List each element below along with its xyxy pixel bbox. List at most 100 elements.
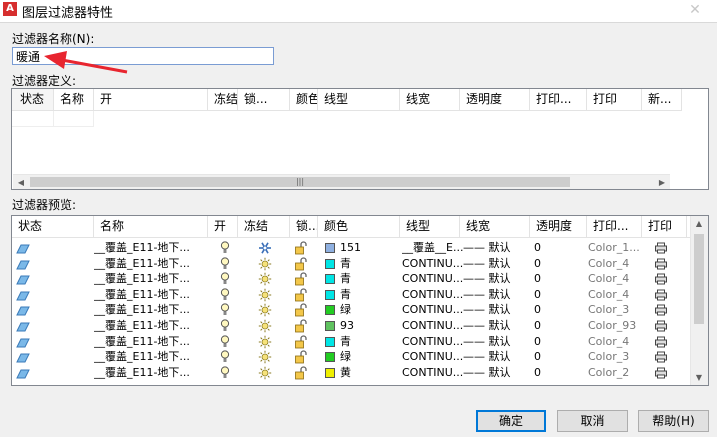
color-swatch[interactable]: [325, 258, 335, 269]
unlock-icon[interactable]: [294, 272, 308, 288]
color-name[interactable]: 93: [340, 318, 354, 334]
color-swatch[interactable]: [325, 336, 335, 347]
linetype[interactable]: CONTINU...: [402, 349, 463, 365]
column-header[interactable]: 名称: [54, 89, 94, 111]
unlock-icon[interactable]: [294, 366, 308, 382]
bulb-icon[interactable]: [220, 241, 230, 257]
lineweight[interactable]: —— 默认: [463, 302, 511, 318]
help-button[interactable]: 帮助(H): [638, 410, 709, 432]
sun-icon[interactable]: [258, 257, 272, 273]
sun-icon[interactable]: [258, 350, 272, 366]
unlock-icon[interactable]: [294, 256, 308, 273]
color-swatch[interactable]: [325, 321, 335, 331]
column-header[interactable]: 锁...: [238, 89, 290, 111]
table-row[interactable]: __覆盖_E11-地下... 151 __覆盖__E... —— 默认 0 Color_1…: [12, 240, 687, 256]
color-swatch[interactable]: [325, 352, 335, 363]
empty-cell[interactable]: [54, 111, 94, 127]
color-name[interactable]: 绿: [340, 349, 351, 365]
definition-horizontal-scrollbar[interactable]: ◀ ||| ▶: [13, 174, 670, 189]
linetype[interactable]: CONTINU...: [402, 271, 463, 287]
column-header[interactable]: 打印: [642, 216, 687, 238]
color-name[interactable]: 青: [340, 334, 351, 350]
bulb-icon[interactable]: [220, 319, 230, 335]
column-header[interactable]: 开: [208, 216, 238, 238]
plot-style[interactable]: Color_2: [588, 365, 629, 381]
plot-style[interactable]: Color_93: [588, 318, 636, 334]
lineweight[interactable]: —— 默认: [463, 349, 511, 365]
scroll-down-icon[interactable]: ▼: [691, 370, 707, 385]
plot-style[interactable]: Color_3: [588, 349, 629, 365]
sun-icon[interactable]: [258, 319, 272, 335]
sun-icon[interactable]: [258, 335, 272, 351]
unlock-icon[interactable]: [294, 319, 308, 335]
cancel-button[interactable]: 取消: [557, 410, 628, 432]
scroll-left-icon[interactable]: ◀: [13, 175, 29, 189]
lineweight[interactable]: —— 默认: [463, 334, 511, 350]
linetype[interactable]: CONTINU...: [402, 287, 463, 303]
unlock-icon[interactable]: [294, 241, 308, 257]
column-header[interactable]: 颜色: [290, 89, 318, 111]
freeze-icon[interactable]: [258, 241, 272, 257]
plot-style[interactable]: Color_4: [588, 334, 629, 350]
lineweight[interactable]: —— 默认: [463, 256, 511, 272]
scroll-thumb[interactable]: |||: [30, 177, 570, 187]
column-header[interactable]: 透明度: [530, 216, 587, 238]
column-header[interactable]: 开: [94, 89, 208, 111]
transparency[interactable]: 0: [534, 318, 541, 334]
column-header[interactable]: 冻结: [208, 89, 238, 111]
plot-style[interactable]: Color_3: [588, 302, 629, 318]
unlock-icon[interactable]: [294, 350, 308, 366]
preview-vertical-scrollbar[interactable]: ▲ ▼: [690, 216, 708, 385]
scroll-up-icon[interactable]: ▲: [691, 216, 707, 231]
unlock-icon[interactable]: [294, 303, 308, 319]
sun-icon[interactable]: [258, 366, 272, 382]
transparency[interactable]: 0: [534, 256, 541, 272]
bulb-icon[interactable]: [220, 366, 230, 382]
column-header[interactable]: 新...: [642, 89, 682, 111]
table-row[interactable]: __覆盖_E11-地下... 青 CONTINU... —— 默认 0 Color_4: [12, 287, 687, 303]
color-name[interactable]: 青: [340, 256, 351, 272]
column-header[interactable]: 线型: [318, 89, 400, 111]
color-swatch[interactable]: [325, 243, 335, 253]
color-swatch[interactable]: [325, 289, 335, 300]
transparency[interactable]: 0: [534, 365, 541, 381]
transparency[interactable]: 0: [534, 302, 541, 318]
print-icon[interactable]: [654, 367, 668, 383]
color-name[interactable]: 青: [340, 287, 351, 303]
close-button[interactable]: ✕: [673, 0, 717, 20]
column-header[interactable]: 线宽: [400, 89, 460, 111]
linetype[interactable]: CONTINU...: [402, 302, 463, 318]
lineweight[interactable]: —— 默认: [463, 318, 511, 334]
lineweight[interactable]: —— 默认: [463, 240, 511, 256]
linetype[interactable]: CONTINU...: [402, 256, 463, 272]
transparency[interactable]: 0: [534, 271, 541, 287]
linetype[interactable]: CONTINU...: [402, 365, 463, 381]
column-header[interactable]: 打印...: [530, 89, 587, 111]
color-swatch[interactable]: [325, 305, 335, 316]
column-header[interactable]: 状态: [12, 89, 54, 111]
plot-style[interactable]: Color_1...: [588, 240, 640, 256]
column-header[interactable]: 状态: [12, 216, 94, 238]
unlock-icon[interactable]: [294, 334, 308, 351]
table-row[interactable]: __覆盖_E11-地下... 93 CONTINU... —— 默认 0 Color_93: [12, 318, 687, 334]
sun-icon[interactable]: [258, 303, 272, 319]
column-header[interactable]: 锁...: [290, 216, 318, 238]
table-row[interactable]: __覆盖_E11-地下... 青 CONTINU... —— 默认 0 Color_4: [12, 256, 687, 272]
transparency[interactable]: 0: [534, 287, 541, 303]
column-header[interactable]: 冻结: [238, 216, 290, 238]
transparency[interactable]: 0: [534, 240, 541, 256]
filter-name-input[interactable]: 暖通: [12, 47, 274, 65]
column-header[interactable]: 线宽: [460, 216, 530, 238]
bulb-icon[interactable]: [220, 272, 230, 288]
bulb-icon[interactable]: [220, 256, 230, 273]
filter-preview-grid[interactable]: 状态 名称开冻结 锁... 颜色 线型 线宽 透明度 打印... 打印 __覆盖_E11-地下.…: [11, 215, 709, 386]
color-swatch[interactable]: [325, 274, 335, 285]
bulb-icon[interactable]: [220, 303, 230, 319]
filter-definition-grid[interactable]: 状态 名称开冻结 锁... 颜色 线型 线宽 透明度 打印... 打印 新... ◀ ||| ▶: [11, 88, 709, 190]
empty-cell[interactable]: [12, 111, 54, 127]
bulb-icon[interactable]: [220, 334, 230, 351]
column-header[interactable]: 透明度: [460, 89, 530, 111]
color-name[interactable]: 黄: [340, 365, 351, 381]
lineweight[interactable]: —— 默认: [463, 287, 511, 303]
column-header[interactable]: 颜色: [318, 216, 400, 238]
